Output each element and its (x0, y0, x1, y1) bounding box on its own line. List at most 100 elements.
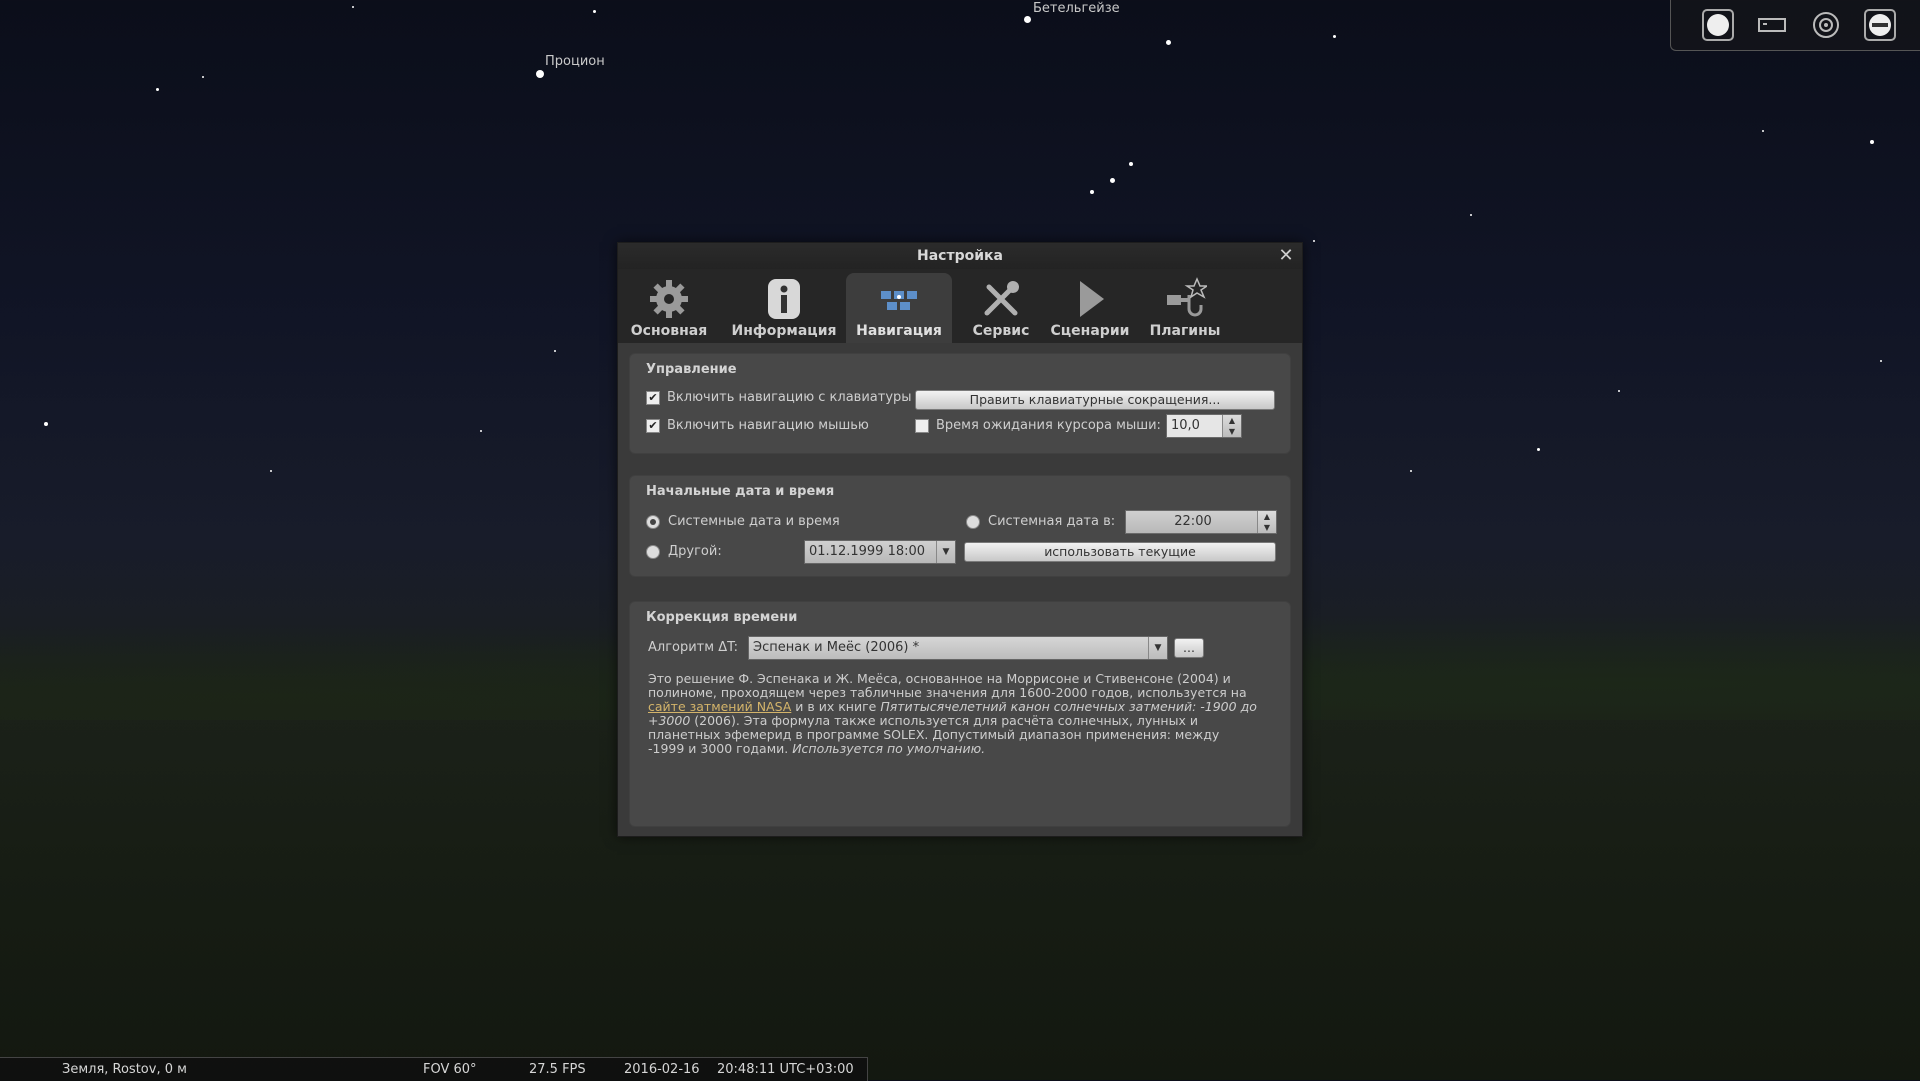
star (202, 76, 204, 78)
spin-arrows-icon[interactable]: ▲ ▼ (1222, 415, 1241, 437)
system-datetime-radio[interactable] (646, 514, 660, 529)
system-date-at-label: Системная дата в: (988, 514, 1116, 529)
settings-dialog: Настройка ✕ Основная Информация Навигаци… (617, 242, 1303, 837)
navigation-icon (877, 277, 921, 321)
nasa-eclipse-link[interactable]: сайте затмений NASA (648, 699, 791, 714)
tab-label: Сервис (972, 323, 1030, 339)
cursor-timeout-value: 10,0 (1171, 418, 1200, 433)
star-label-betelgeuse: Бетельгейзе (1033, 1, 1120, 16)
cursor-timeout-row: Время ожидания курсора мыши: (915, 418, 1161, 433)
star (1024, 16, 1031, 23)
star (270, 470, 272, 472)
status-fov: FOV 60° (423, 1062, 477, 1077)
algorithm-select[interactable]: Эспенак и Меёс (2006) * ▼ (748, 636, 1168, 660)
delta-t-panel: Коррекция времени Алгоритм ΔT: Эспенак и… (629, 601, 1291, 827)
star (480, 430, 482, 432)
keyboard-nav-row: ✔ Включить навигацию с клавиатуры (646, 390, 912, 405)
keyboard-nav-checkbox[interactable]: ✔ (646, 390, 660, 405)
plugin-icon (1163, 277, 1210, 321)
other-datetime-value: 01.12.1999 18:00 (809, 544, 926, 559)
tab-navigation[interactable]: Навигация (846, 273, 952, 343)
mouse-nav-checkbox[interactable]: ✔ (646, 418, 660, 433)
system-date-at-value: 22:00 (1174, 514, 1212, 529)
other-datetime-radio[interactable] (646, 544, 660, 559)
star (1313, 240, 1315, 242)
status-location: Земля, Rostov, 0 м (62, 1062, 187, 1077)
other-datetime-row: Другой: (646, 544, 722, 559)
tab-plugins[interactable]: Плагины (1138, 273, 1232, 343)
info-icon (762, 277, 806, 321)
spin-arrows-icon[interactable]: ▲ ▼ (1257, 511, 1276, 533)
star (1762, 130, 1764, 132)
circle-filled-icon[interactable] (1701, 8, 1735, 42)
status-fps: 27.5 FPS (529, 1062, 586, 1077)
star (352, 6, 354, 8)
mouse-nav-label: Включить навигацию мышью (667, 418, 869, 433)
keyboard-nav-label: Включить навигацию с клавиатуры (667, 390, 912, 405)
system-date-at-row: Системная дата в: (966, 514, 1115, 529)
tab-service[interactable]: Сервис (958, 273, 1044, 343)
star (1870, 140, 1874, 144)
use-current-button[interactable]: использовать текущие (964, 542, 1276, 562)
algorithm-value: Эспенак и Меёс (2006) * (753, 640, 920, 655)
exit-icon[interactable] (1863, 8, 1897, 42)
algorithm-label: Алгоритм ΔT: (648, 640, 738, 655)
rectangle-icon[interactable] (1755, 8, 1789, 42)
star (1090, 190, 1094, 194)
close-icon[interactable]: ✕ (1276, 246, 1296, 266)
status-bar: Земля, Rostov, 0 м FOV 60° 27.5 FPS 2016… (0, 1057, 868, 1081)
edit-shortcuts-button[interactable]: Править клавиатурные сокращения... (915, 390, 1275, 410)
system-datetime-row: Системные дата и время (646, 514, 840, 529)
tab-main[interactable]: Основная (624, 273, 714, 343)
tab-label: Навигация (856, 323, 942, 339)
system-date-at-radio[interactable] (966, 514, 980, 529)
tools-icon (979, 277, 1023, 321)
play-icon (1068, 277, 1112, 321)
star (1333, 35, 1336, 38)
star-label-procyon: Процион (545, 54, 605, 69)
top-toolbar (1670, 0, 1920, 51)
panel-title: Управление (646, 362, 737, 377)
star (1880, 360, 1882, 362)
target-icon[interactable] (1809, 8, 1843, 42)
control-panel: Управление ✔ Включить навигацию с клавиа… (629, 353, 1291, 454)
star (1618, 390, 1620, 392)
chevron-down-icon[interactable]: ▼ (936, 541, 955, 563)
chevron-down-icon[interactable]: ▼ (1148, 637, 1167, 659)
star (1110, 178, 1115, 183)
star (554, 350, 556, 352)
panel-title: Начальные дата и время (646, 484, 835, 499)
system-datetime-label: Системные дата и время (668, 514, 840, 529)
tab-label: Основная (630, 323, 708, 339)
dialog-title: Настройка (618, 243, 1302, 269)
gear-icon (647, 277, 691, 321)
tab-label: Плагины (1149, 323, 1221, 339)
star (1129, 162, 1133, 166)
star (1470, 214, 1472, 216)
star (156, 88, 159, 91)
star (1537, 448, 1540, 451)
tab-bar: Основная Информация Навигация Сервис Сце… (618, 269, 1302, 343)
tab-info[interactable]: Информация (728, 273, 840, 343)
algorithm-more-button[interactable]: ... (1174, 638, 1204, 658)
other-datetime-input[interactable]: 01.12.1999 18:00 ▼ (804, 540, 956, 564)
star (44, 422, 48, 426)
other-datetime-label: Другой: (668, 544, 722, 559)
startup-panel: Начальные дата и время Системные дата и … (629, 475, 1291, 577)
system-date-at-time[interactable]: 22:00 ▲ ▼ (1125, 510, 1277, 534)
cursor-timeout-label: Время ожидания курсора мыши: (936, 418, 1161, 433)
cursor-timeout-spinbox[interactable]: 10,0 ▲ ▼ (1166, 414, 1242, 438)
panel-title: Коррекция времени (646, 610, 798, 625)
status-time: 20:48:11 UTC+03:00 (717, 1062, 854, 1077)
star (1166, 40, 1171, 45)
mouse-nav-row: ✔ Включить навигацию мышью (646, 418, 869, 433)
star (536, 70, 544, 78)
tab-label: Сценарии (1050, 323, 1130, 339)
tab-label: Информация (731, 323, 837, 339)
status-date: 2016-02-16 (624, 1062, 700, 1077)
tab-scripts[interactable]: Сценарии (1038, 273, 1142, 343)
star (593, 10, 596, 13)
cursor-timeout-checkbox[interactable] (915, 418, 929, 433)
algorithm-description: Это решение Ф. Эспенака и Ж. Меёса, осно… (648, 671, 1257, 756)
star (1410, 470, 1412, 472)
